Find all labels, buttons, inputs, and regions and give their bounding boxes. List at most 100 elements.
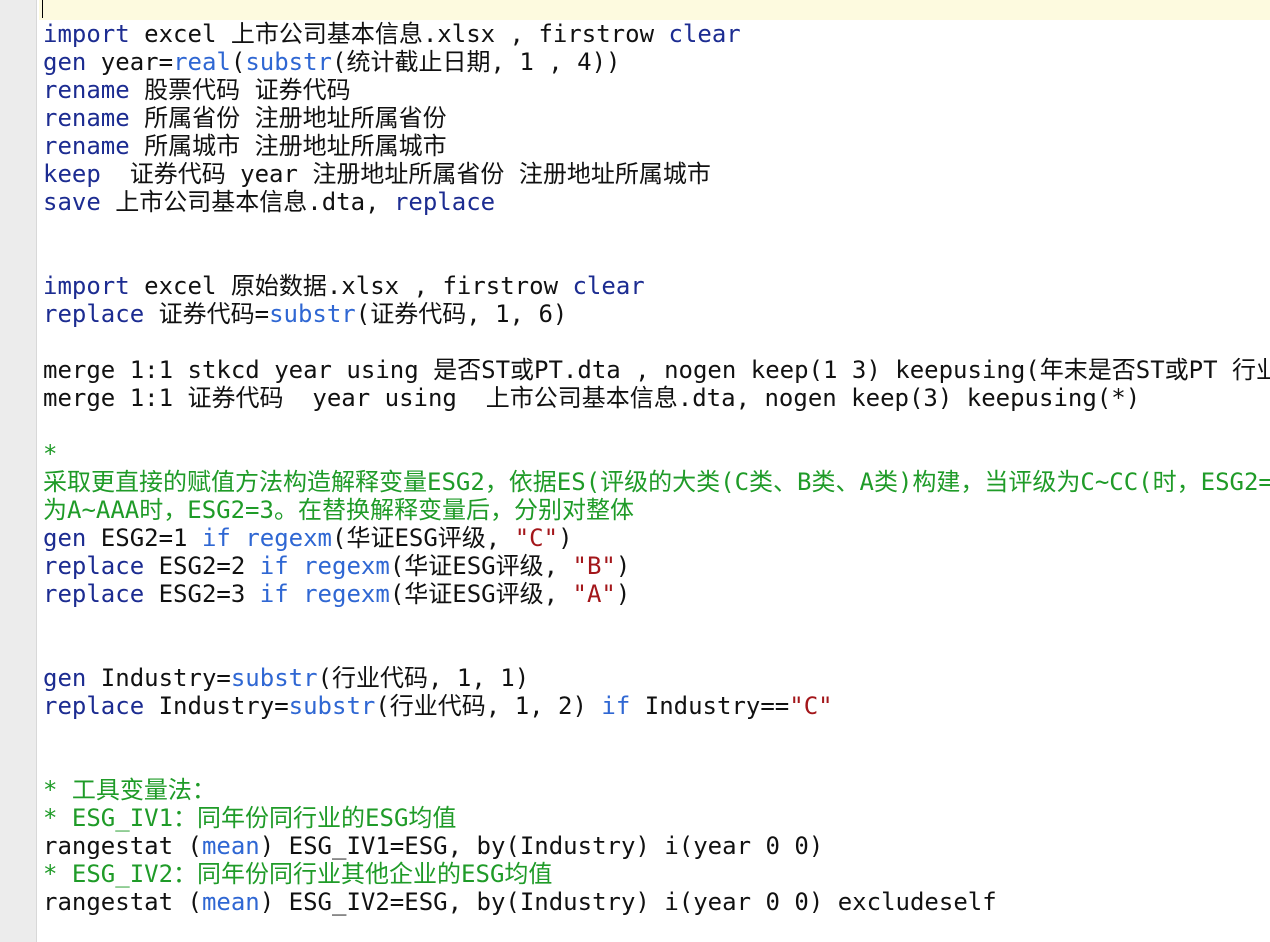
option-keyword[interactable]: clear	[572, 272, 644, 300]
code-text[interactable]: )	[616, 552, 630, 580]
function-name[interactable]: real	[173, 48, 231, 76]
code-text[interactable]: 证券代码=	[144, 300, 269, 328]
keyword[interactable]: if	[260, 552, 289, 580]
string-literal[interactable]: "C"	[789, 692, 832, 720]
string-literal[interactable]: "C"	[515, 524, 558, 552]
code-line[interactable]: gen ESG2=1 if regexm(华证ESG评级, "C")	[39, 524, 1270, 552]
code-line[interactable]	[39, 720, 1270, 748]
command-keyword[interactable]: replace	[43, 552, 144, 580]
keyword[interactable]: if	[601, 692, 630, 720]
string-literal[interactable]: "B"	[573, 552, 616, 580]
code-line[interactable]: * ESG_IV1：同年份同行业的ESG均值	[39, 804, 1270, 832]
comment-text[interactable]: * ESG_IV2：同年份同行业其他企业的ESG均值	[43, 860, 552, 888]
code-line[interactable]	[39, 636, 1270, 664]
comment-text[interactable]: 采取更直接的赋值方法构造解释变量ESG2，依据ES(评级的大类(C类、B类、A类…	[43, 468, 1270, 496]
function-name[interactable]: substr	[269, 300, 356, 328]
code-text[interactable]: excel 上市公司基本信息.xlsx , firstrow	[130, 20, 669, 48]
code-text[interactable]: )	[616, 580, 630, 608]
code-text[interactable]: (行业代码, 1, 2)	[375, 692, 601, 720]
code-text[interactable]: 股票代码 证券代码	[130, 76, 350, 104]
code-line[interactable]: import excel 原始数据.xlsx , firstrow clear	[39, 272, 1270, 300]
code-line[interactable]: rangestat (mean) ESG_IV1=ESG, by(Industr…	[39, 832, 1270, 860]
code-line[interactable]: rename 所属省份 注册地址所属省份	[39, 104, 1270, 132]
code-text[interactable]: ESG2=1	[86, 524, 202, 552]
command-keyword[interactable]: replace	[43, 300, 144, 328]
command-keyword[interactable]: replace	[43, 580, 144, 608]
code-line[interactable]: save 上市公司基本信息.dta, replace	[39, 188, 1270, 216]
function-name[interactable]: substr	[231, 664, 318, 692]
code-text[interactable]: (行业代码, 1, 1)	[318, 664, 530, 692]
code-text[interactable]	[289, 552, 303, 580]
code-text[interactable]: (华证ESG评级,	[332, 524, 515, 552]
code-line[interactable]: * ESG_IV2：同年份同行业其他企业的ESG均值	[39, 860, 1270, 888]
function-name[interactable]: mean	[202, 832, 260, 860]
command-keyword[interactable]: import	[43, 272, 130, 300]
command-keyword[interactable]: rename	[43, 104, 130, 132]
code-line[interactable]: keep 证券代码 year 注册地址所属省份 注册地址所属城市	[39, 160, 1270, 188]
function-name[interactable]: regexm	[303, 580, 390, 608]
function-name[interactable]: substr	[245, 48, 332, 76]
code-editor[interactable]: import excel 上市公司基本信息.xlsx , firstrow cl…	[0, 0, 1270, 942]
code-text[interactable]: rangestat (	[43, 888, 202, 916]
code-line[interactable]	[39, 608, 1270, 636]
command-keyword[interactable]: rename	[43, 132, 130, 160]
code-text[interactable]: rangestat (	[43, 832, 202, 860]
code-line[interactable]: rename 股票代码 证券代码	[39, 76, 1270, 104]
code-line[interactable]: * 工具变量法：	[39, 776, 1270, 804]
code-text[interactable]: )	[558, 524, 572, 552]
code-text[interactable]: ) ESG_IV2=ESG, by(Industry) i(year 0 0) …	[260, 888, 997, 916]
code-text[interactable]	[289, 580, 303, 608]
code-line[interactable]: replace Industry=substr(行业代码, 1, 2) if I…	[39, 692, 1270, 720]
command-keyword[interactable]: gen	[43, 524, 86, 552]
code-line[interactable]: replace ESG2=2 if regexm(华证ESG评级, "B")	[39, 552, 1270, 580]
code-line[interactable]	[39, 216, 1270, 244]
code-text[interactable]: Industry==	[630, 692, 790, 720]
code-text[interactable]: (统计截止日期, 1 , 4))	[332, 48, 621, 76]
command-keyword[interactable]: save	[43, 188, 101, 216]
code-line[interactable]	[39, 748, 1270, 776]
code-text[interactable]: (华证ESG评级,	[390, 580, 573, 608]
code-text[interactable]: merge 1:1 stkcd year using 是否ST或PT.dta ,…	[43, 356, 1270, 384]
code-text[interactable]: merge 1:1 证券代码 year using 上市公司基本信息.dta, …	[43, 384, 1140, 412]
code-line[interactable]: gen Industry=substr(行业代码, 1, 1)	[39, 664, 1270, 692]
code-line-current[interactable]	[39, 0, 1270, 20]
code-text[interactable]: 所属城市 注册地址所属城市	[130, 132, 446, 160]
code-text[interactable]: (华证ESG评级,	[390, 552, 573, 580]
code-text[interactable]: (证券代码, 1, 6)	[356, 300, 568, 328]
function-name[interactable]: substr	[289, 692, 376, 720]
function-name[interactable]: regexm	[245, 524, 332, 552]
string-literal[interactable]: "A"	[573, 580, 616, 608]
code-line[interactable]: rename 所属城市 注册地址所属城市	[39, 132, 1270, 160]
code-text[interactable]: Industry=	[86, 664, 231, 692]
command-keyword[interactable]: gen	[43, 48, 86, 76]
code-text-area[interactable]: import excel 上市公司基本信息.xlsx , firstrow cl…	[39, 0, 1270, 942]
code-line[interactable]: *	[39, 440, 1270, 468]
code-line[interactable]	[39, 328, 1270, 356]
code-line[interactable]: import excel 上市公司基本信息.xlsx , firstrow cl…	[39, 20, 1270, 48]
command-keyword[interactable]: keep	[43, 160, 101, 188]
code-line[interactable]: replace ESG2=3 if regexm(华证ESG评级, "A")	[39, 580, 1270, 608]
code-text[interactable]: excel 原始数据.xlsx , firstrow	[130, 272, 573, 300]
code-text[interactable]: year=	[86, 48, 173, 76]
code-line[interactable]: merge 1:1 证券代码 year using 上市公司基本信息.dta, …	[39, 384, 1270, 412]
comment-text[interactable]: *	[43, 440, 57, 468]
comment-text[interactable]: * ESG_IV1：同年份同行业的ESG均值	[43, 804, 456, 832]
keyword[interactable]: if	[202, 524, 231, 552]
code-line[interactable]: rangestat (mean) ESG_IV2=ESG, by(Industr…	[39, 888, 1270, 916]
code-line[interactable]: replace 证券代码=substr(证券代码, 1, 6)	[39, 300, 1270, 328]
function-name[interactable]: regexm	[303, 552, 390, 580]
code-line[interactable]	[39, 916, 1270, 942]
code-text[interactable]: Industry=	[144, 692, 289, 720]
code-line[interactable]: gen year=real(substr(统计截止日期, 1 , 4))	[39, 48, 1270, 76]
code-text[interactable]: ESG2=2	[144, 552, 260, 580]
option-keyword[interactable]: replace	[394, 188, 495, 216]
code-text[interactable]: 证券代码 year 注册地址所属省份 注册地址所属城市	[101, 160, 711, 188]
code-line[interactable]: 为A~AAA时，ESG2=3。在替换解释变量后，分别对整体	[39, 496, 1270, 524]
command-keyword[interactable]: import	[43, 20, 130, 48]
command-keyword[interactable]: replace	[43, 692, 144, 720]
function-name[interactable]: mean	[202, 888, 260, 916]
code-text[interactable]	[231, 524, 245, 552]
code-line[interactable]: merge 1:1 stkcd year using 是否ST或PT.dta ,…	[39, 356, 1270, 384]
code-text[interactable]: 所属省份 注册地址所属省份	[130, 104, 446, 132]
option-keyword[interactable]: clear	[668, 20, 740, 48]
